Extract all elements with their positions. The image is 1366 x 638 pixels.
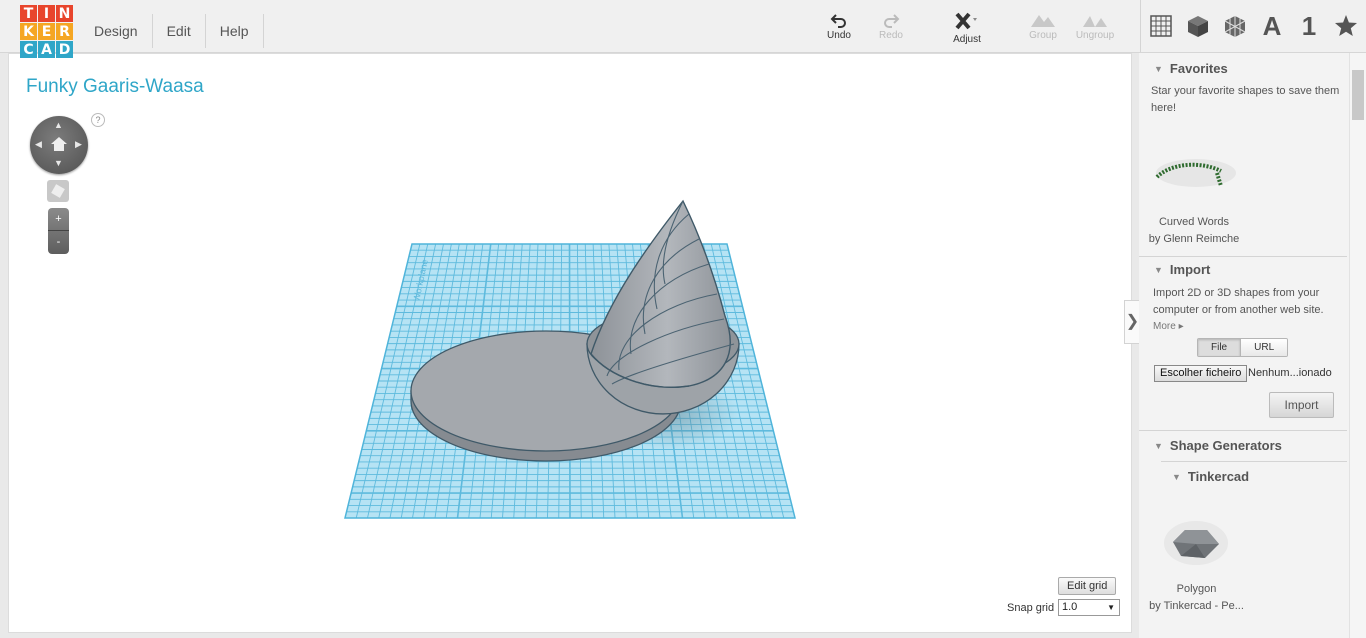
arrow-right-icon[interactable]: ▶ <box>75 139 82 150</box>
3d-scene[interactable]: Workplane <box>9 54 1131 632</box>
sidebar-collapse-tab[interactable]: ❯ <box>1124 300 1140 344</box>
logo-letter: D <box>56 41 73 58</box>
snap-grid-select[interactable]: 1.0 ▼ <box>1058 599 1120 616</box>
arrow-left-icon[interactable]: ◀ <box>35 139 42 150</box>
text-view-icon[interactable]: A <box>1255 9 1289 43</box>
undo-icon <box>830 14 846 28</box>
view-navigation-control[interactable]: ▲ ▼ ◀ ▶ <box>30 116 88 174</box>
document-title[interactable]: Funky Gaaris-Waasa <box>26 76 204 98</box>
group-icon <box>1031 15 1055 27</box>
zoom-out-button[interactable]: - <box>48 231 69 253</box>
logo-letter: N <box>56 5 73 22</box>
favorites-title: Favorites <box>1169 61 1228 76</box>
workplane-canvas[interactable]: Workplane Funky Gaaris-Waasa ▲ ▼ ◀ ▶ ? +… <box>8 53 1132 633</box>
favorites-description: Star your favorite shapes to save them h… <box>1151 85 1340 114</box>
logo-letter: E <box>38 23 55 40</box>
collapse-triangle-icon: ▼ <box>1154 64 1163 74</box>
fit-view-button[interactable] <box>47 180 69 202</box>
home-icon[interactable] <box>50 136 68 152</box>
arrow-up-icon[interactable]: ▲ <box>54 120 63 130</box>
tinkercad-logo[interactable]: T I N K E R C A D <box>20 5 74 59</box>
snap-grid-label: Snap grid <box>1007 602 1055 614</box>
star-view-icon[interactable] <box>1329 9 1363 43</box>
curved-words-shape[interactable] <box>1151 131 1241 191</box>
import-description: Import 2D or 3D shapes from your compute… <box>1153 287 1324 316</box>
navigation-help-icon[interactable]: ? <box>91 113 105 127</box>
shape-generators-title: Shape Generators <box>1169 438 1282 453</box>
menu-edit[interactable]: Edit <box>153 14 206 48</box>
choose-file-button[interactable]: Escolher ficheiro <box>1154 365 1248 382</box>
undo-label: Undo <box>827 30 851 41</box>
more-label: More <box>1153 321 1176 332</box>
adjust-icon <box>955 12 977 30</box>
curved-words-name: Curved Words <box>1158 216 1230 228</box>
favorites-header[interactable]: ▼ Favorites <box>1154 61 1228 76</box>
import-source-toggle: File URL <box>1197 338 1289 357</box>
curved-words-author: by Glenn Reimche <box>1148 233 1240 245</box>
ungroup-label: Ungroup <box>1075 30 1115 41</box>
tab-file[interactable]: File <box>1198 339 1241 356</box>
shape-generators-header[interactable]: ▼ Shape Generators <box>1154 438 1282 453</box>
sidebar-scrollbar[interactable] <box>1349 53 1366 638</box>
top-bar: Design Edit Help Undo Redo Adjust Group … <box>0 0 1366 53</box>
snap-grid-value: 1.0 <box>1062 601 1078 613</box>
logo-letter: K <box>20 23 37 40</box>
logo-letter: T <box>20 5 37 22</box>
collapse-triangle-icon: ▼ <box>1172 472 1181 482</box>
undo-button[interactable]: Undo <box>814 12 864 41</box>
collapse-triangle-icon: ▼ <box>1154 265 1163 275</box>
menu-design[interactable]: Design <box>80 14 153 48</box>
selected-file-name: Nenhum...ionado <box>1248 367 1332 379</box>
tinkercad-generators-title: Tinkercad <box>1187 469 1250 484</box>
logo-letter: C <box>20 41 37 58</box>
logo-letter: A <box>38 41 55 58</box>
ungroup-icon <box>1083 16 1107 27</box>
main-menu: Design Edit Help <box>80 14 264 48</box>
section-divider <box>1139 430 1347 431</box>
edit-grid-button[interactable]: Edit grid <box>1058 577 1117 595</box>
zoom-control: + - <box>48 208 69 254</box>
ungroup-button[interactable]: Ungroup <box>1070 12 1120 41</box>
import-header[interactable]: ▼ Import <box>1154 262 1210 277</box>
curved-words-thumbnail <box>1155 159 1236 187</box>
number-view-icon[interactable]: 1 <box>1292 9 1326 43</box>
grid-view-icon[interactable] <box>1144 9 1178 43</box>
redo-label: Redo <box>879 30 903 41</box>
logo-letter: R <box>56 23 73 40</box>
cube-icon <box>51 184 65 198</box>
menu-help[interactable]: Help <box>206 14 264 48</box>
shapes-sidebar: ▼ Favorites Star your favorite shapes to … <box>1139 53 1349 638</box>
import-button[interactable]: Import <box>1269 392 1334 418</box>
zoom-in-button[interactable]: + <box>48 208 69 230</box>
redo-icon <box>884 14 900 28</box>
section-divider <box>1161 461 1347 462</box>
polygon-thumbnail <box>1164 521 1228 565</box>
redo-button[interactable]: Redo <box>866 12 916 41</box>
scrollbar-thumb[interactable] <box>1352 70 1364 120</box>
adjust-button[interactable]: Adjust <box>942 12 992 45</box>
section-divider <box>1139 256 1347 257</box>
tinkercad-generators-header[interactable]: ▼ Tinkercad <box>1172 469 1249 484</box>
adjust-label: Adjust <box>953 34 981 45</box>
logo-letter: I <box>38 5 55 22</box>
wireframe-view-icon[interactable] <box>1218 9 1252 43</box>
box-view-icon[interactable] <box>1181 9 1215 43</box>
collapse-triangle-icon: ▼ <box>1154 441 1163 451</box>
polygon-author: by Tinkercad - Pe... <box>1149 600 1244 612</box>
import-more-link[interactable]: More ▸ <box>1153 318 1184 335</box>
view-toolbar: A 1 <box>1140 0 1366 52</box>
arrow-down-icon[interactable]: ▼ <box>54 158 63 168</box>
polygon-shape[interactable] <box>1161 508 1231 568</box>
import-title: Import <box>1169 262 1211 277</box>
tab-url[interactable]: URL <box>1240 339 1288 356</box>
dropdown-arrow-icon: ▼ <box>1107 603 1115 612</box>
polygon-name: Polygon <box>1176 583 1217 595</box>
group-label: Group <box>1029 30 1057 41</box>
group-button[interactable]: Group <box>1018 12 1068 41</box>
